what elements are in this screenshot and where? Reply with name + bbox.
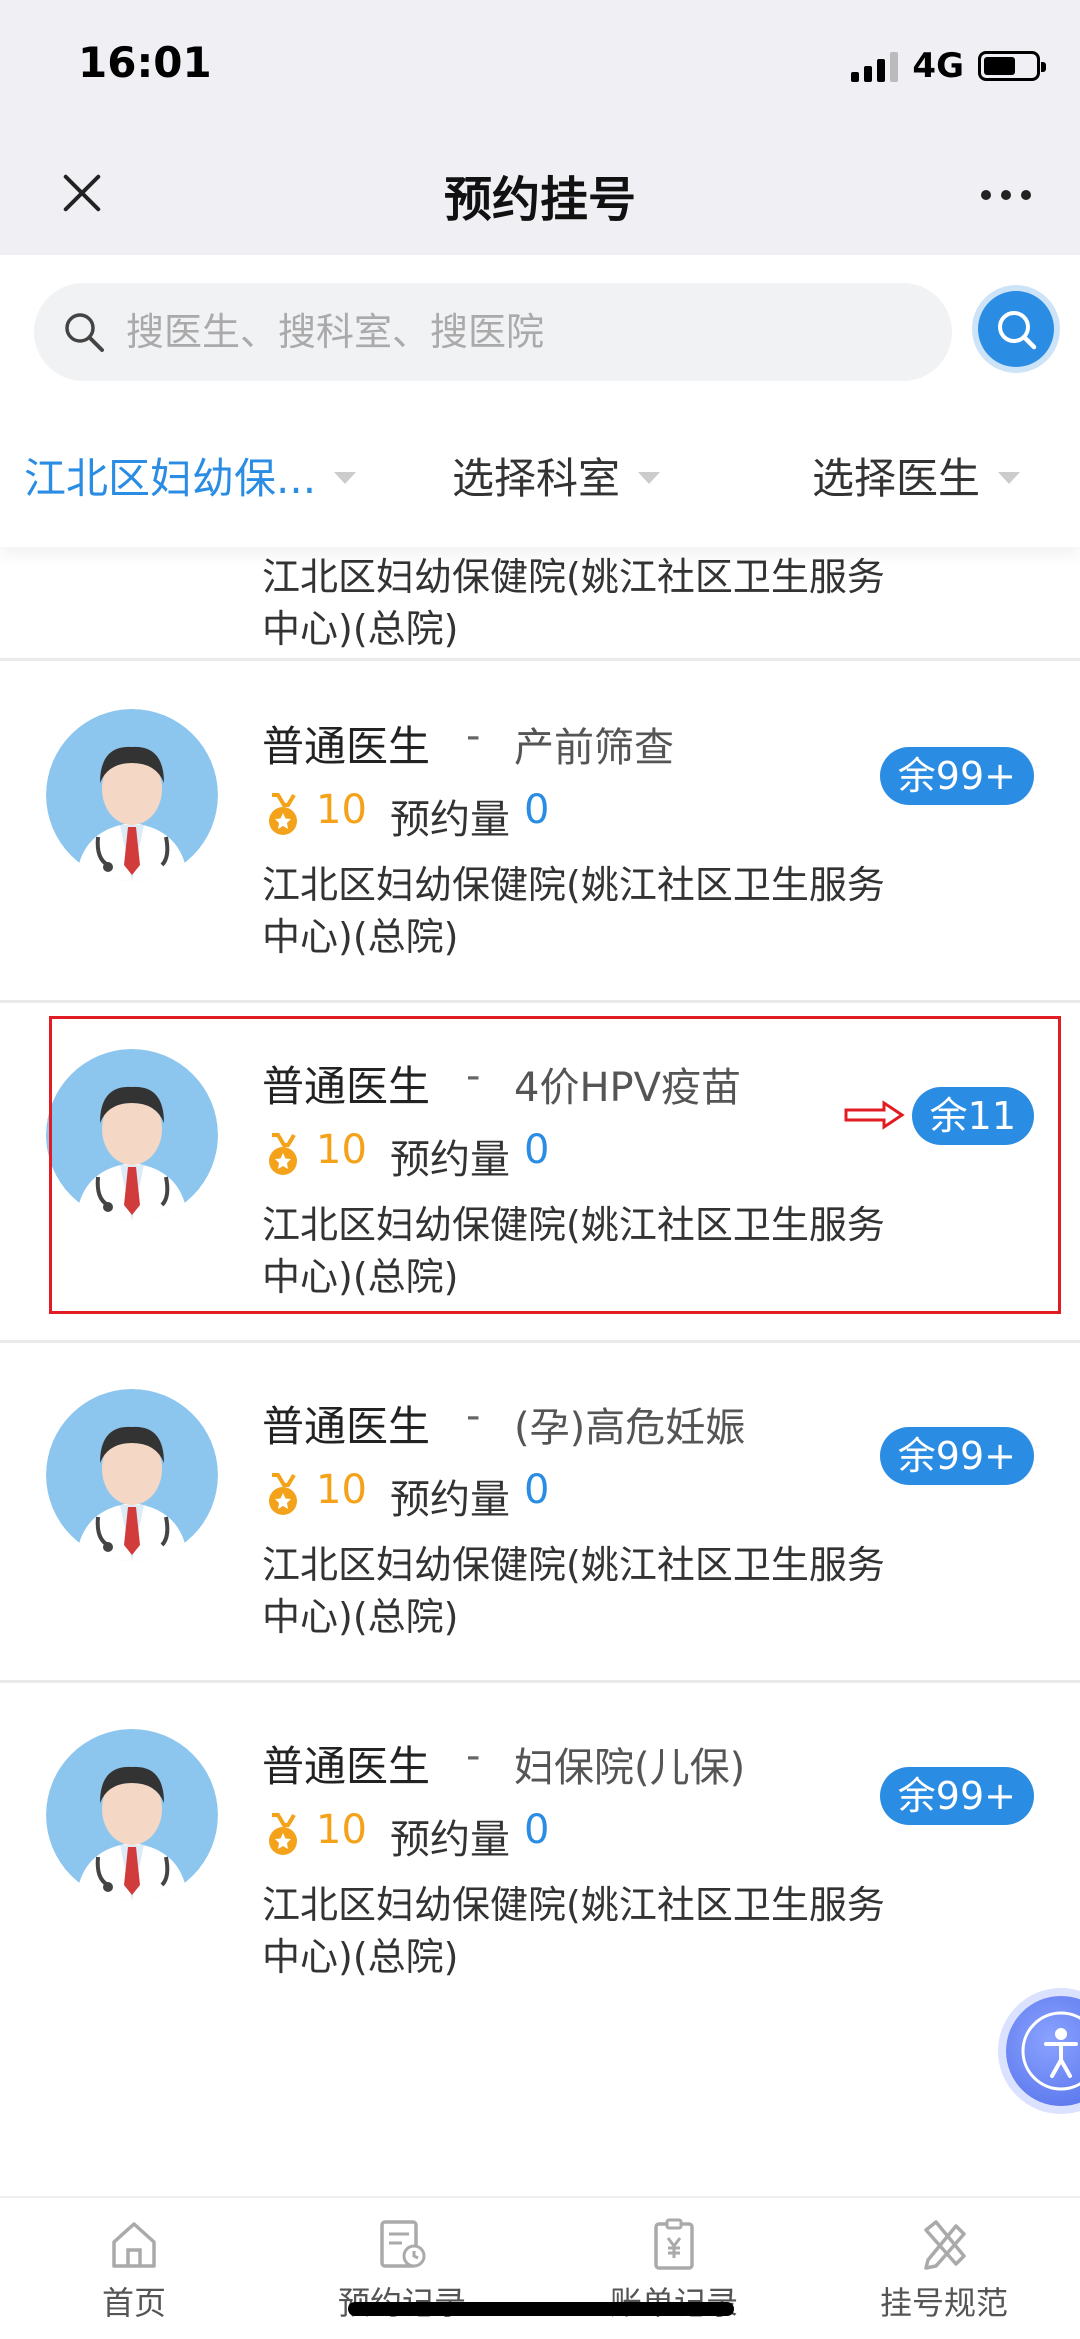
hospital-name: 江北区妇幼保健院(姚江社区卫生服务中心)(总院) xyxy=(262,1203,885,1299)
search-box[interactable] xyxy=(34,283,952,381)
filter-hospital-label: 江北区妇幼保... xyxy=(24,454,317,503)
separator: - xyxy=(466,713,481,759)
tab-registration-rules[interactable]: 挂号规范 xyxy=(844,2216,1044,2324)
filter-doctor[interactable]: 选择医生 xyxy=(812,445,1021,506)
page-title: 预约挂号 xyxy=(443,172,636,228)
remaining-badge[interactable]: 余99+ xyxy=(879,747,1034,805)
doctor-name: 普通医生 xyxy=(262,722,431,771)
separator: - xyxy=(466,1053,481,1099)
appointment-label: 预约量 xyxy=(390,1137,510,1183)
score: 10 xyxy=(316,1807,367,1853)
tab-label: 预约记录 xyxy=(302,2278,502,2324)
doctor-name: 普通医生 xyxy=(262,1402,431,1451)
doctor-avatar xyxy=(46,1389,218,1561)
registration-rules-icon xyxy=(924,2220,966,2270)
hospital-name: 江北区妇幼保健院(姚江社区卫生服务中心)(总院) xyxy=(262,863,885,959)
filter-hospital[interactable]: 江北区妇幼保... xyxy=(24,445,357,506)
appointment-label: 预约量 xyxy=(390,1477,510,1523)
separator: - xyxy=(466,1393,481,1439)
score: 10 xyxy=(316,787,367,833)
status-indicators: 4G xyxy=(851,46,1046,86)
appointment-count: 0 xyxy=(524,1467,550,1513)
appointment-record-icon xyxy=(380,2220,426,2268)
chevron-down-icon xyxy=(638,471,661,484)
score: 10 xyxy=(316,1467,367,1513)
remaining-badge[interactable]: 余99+ xyxy=(879,1427,1034,1485)
search-button[interactable] xyxy=(978,291,1054,367)
doctor-name: 普通医生 xyxy=(262,1742,431,1791)
department-name: (孕)高危妊娠 xyxy=(514,1405,746,1451)
status-time: 16:01 xyxy=(78,38,212,87)
list-item[interactable]: 普通医生 - (孕)高危妊娠 10 预约量 0 江北区妇幼保健院(姚江社区卫生服… xyxy=(0,1343,1080,1683)
separator: - xyxy=(466,1733,481,1779)
tab-label: 挂号规范 xyxy=(879,2284,1008,2322)
doctor-name: 普通医生 xyxy=(262,1062,431,1111)
hospital-name: 江北区妇幼保健院(姚江社区卫生服务中心)(总院) xyxy=(262,1883,885,1979)
tab-home[interactable]: 首页 xyxy=(34,2216,234,2324)
appointment-count: 0 xyxy=(524,1807,550,1853)
filter-department-label: 选择科室 xyxy=(452,454,621,503)
department-name: 妇保院(儿保) xyxy=(514,1745,746,1791)
doctor-avatar xyxy=(46,1729,218,1901)
search-area xyxy=(0,255,1080,405)
list-item[interactable]: 江北区妇幼保健院(姚江社区卫生服务中心)(总院) xyxy=(0,547,1080,661)
home-indicator xyxy=(348,2302,734,2316)
appointment-label: 预约量 xyxy=(390,797,510,843)
filter-bar: 江北区妇幼保... 选择科室 选择医生 xyxy=(0,405,1080,547)
doctor-avatar xyxy=(46,1049,218,1221)
hospital-name: 江北区妇幼保健院(姚江社区卫生服务中心)(总院) xyxy=(262,555,885,651)
appointment-count: 0 xyxy=(524,1127,550,1173)
list-item[interactable]: 普通医生 - 产前筛查 10 预约量 0 江北区妇幼保健院(姚江社区卫生服务中心… xyxy=(0,663,1080,1003)
medal-icon xyxy=(269,793,297,835)
chevron-down-icon xyxy=(998,471,1021,484)
bill-record-icon xyxy=(654,2218,694,2270)
list-item[interactable]: 普通医生 - 4价HPV疫苗 10 预约量 0 江北区妇幼保健院(姚江社区卫生服… xyxy=(0,1003,1080,1343)
hospital-name: 江北区妇幼保健院(姚江社区卫生服务中心)(总院) xyxy=(262,1543,885,1639)
search-button-icon xyxy=(998,311,1037,350)
department-name: 4价HPV疫苗 xyxy=(514,1065,742,1111)
status-bar: 16:01 4G xyxy=(0,0,1080,130)
search-icon xyxy=(65,313,104,352)
more-icon[interactable] xyxy=(966,170,1046,220)
battery-icon xyxy=(978,51,1046,81)
medal-icon xyxy=(269,1133,297,1175)
signal-icon xyxy=(851,50,899,82)
remaining-badge[interactable]: 余11 xyxy=(911,1087,1034,1145)
home-icon xyxy=(112,2222,156,2268)
chevron-down-icon xyxy=(334,471,357,484)
list-item[interactable]: 普通医生 - 妇保院(儿保) 10 预约量 0 江北区妇幼保健院(姚江社区卫生服… xyxy=(0,1683,1080,2020)
tab-label: 首页 xyxy=(101,2284,166,2322)
network-label: 4G xyxy=(912,46,964,86)
tab-bar: 首页 预约记录 账单记录 挂号规范 xyxy=(0,2196,1080,2339)
appointment-label: 预约量 xyxy=(390,1817,510,1863)
filter-department[interactable]: 选择科室 xyxy=(452,445,661,506)
filter-doctor-label: 选择医生 xyxy=(812,454,981,503)
search-input[interactable] xyxy=(126,310,906,354)
accessibility-icon xyxy=(1021,2011,1080,2091)
nav-bar: 预约挂号 xyxy=(0,130,1080,255)
appointment-count: 0 xyxy=(524,787,550,833)
medal-icon xyxy=(269,1813,297,1855)
doctor-list: 江北区妇幼保健院(姚江社区卫生服务中心)(总院) 普通医生 - 产前筛查 10 … xyxy=(0,547,1080,2020)
remaining-badge[interactable]: 余99+ xyxy=(879,1767,1034,1825)
red-arrow-icon xyxy=(844,1100,905,1130)
score: 10 xyxy=(316,1127,367,1173)
accessibility-float-button[interactable] xyxy=(1006,1996,1080,2106)
medal-icon xyxy=(269,1473,297,1515)
doctor-avatar xyxy=(46,709,218,881)
department-name: 产前筛查 xyxy=(514,725,674,771)
tab-label: 账单记录 xyxy=(574,2278,774,2324)
